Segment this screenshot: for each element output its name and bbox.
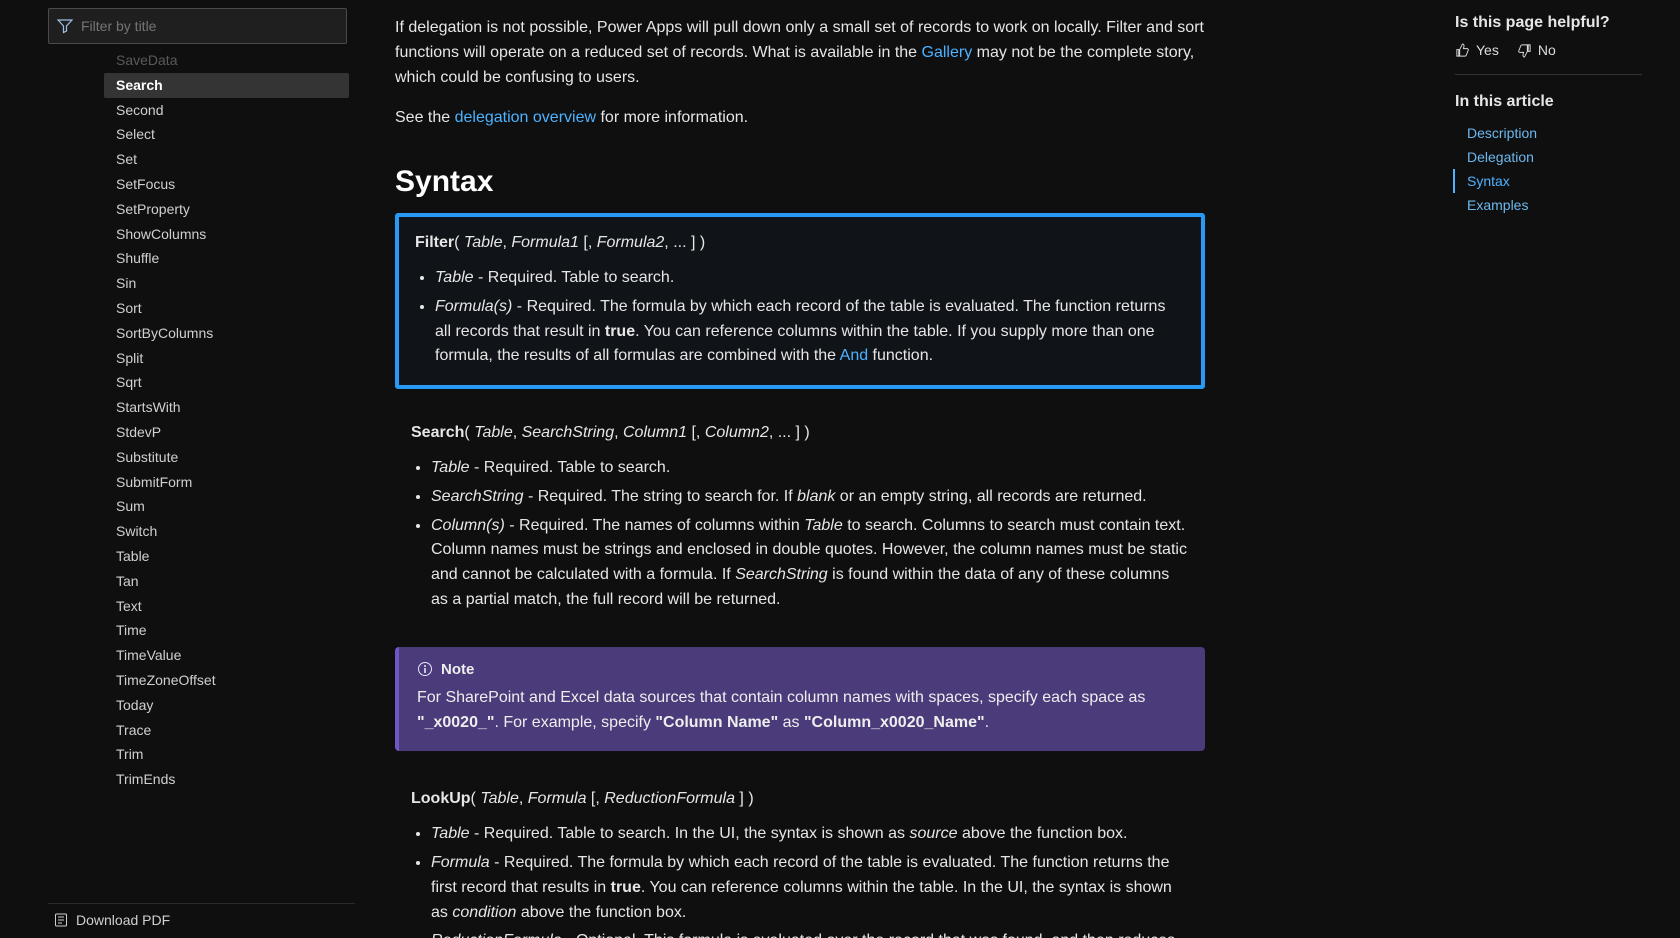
- sidebar-item-switch[interactable]: Switch: [104, 519, 349, 544]
- helpful-yes-button[interactable]: Yes: [1455, 42, 1499, 58]
- note-callout: Note For SharePoint and Excel data sourc…: [395, 647, 1205, 752]
- see-overview-paragraph: See the delegation overview for more inf…: [395, 106, 1205, 131]
- info-icon: [417, 661, 433, 677]
- article: If delegation is not possible, Power App…: [395, 16, 1205, 938]
- toc-list: DescriptionDelegationSyntaxExamples: [1455, 121, 1642, 217]
- gallery-link[interactable]: Gallery: [922, 44, 973, 61]
- sidebar-item-savedata[interactable]: SaveData: [104, 50, 349, 73]
- search-param-columns: Column(s) - Required. The names of colum…: [431, 514, 1189, 613]
- search-signature: Search( Table, SearchString, Column1 [, …: [411, 421, 1189, 446]
- sidebar-item-today[interactable]: Today: [104, 693, 349, 718]
- download-pdf-label: Download PDF: [76, 912, 170, 928]
- toc-item-delegation[interactable]: Delegation: [1455, 145, 1642, 169]
- sidebar-item-table[interactable]: Table: [104, 544, 349, 569]
- filter-signature: Filter( Table, Formula1 [, Formula2, ...…: [415, 231, 1185, 256]
- sidebar-item-sin[interactable]: Sin: [104, 271, 349, 296]
- sidebar-item-timevalue[interactable]: TimeValue: [104, 643, 349, 668]
- sidebar-item-search[interactable]: Search: [104, 73, 349, 98]
- sidebar-item-sort[interactable]: Sort: [104, 296, 349, 321]
- search-syntax-block: Search( Table, SearchString, Column1 [, …: [395, 407, 1205, 629]
- sidebar-item-submitform[interactable]: SubmitForm: [104, 470, 349, 495]
- filter-input[interactable]: [81, 18, 346, 34]
- sidebar-item-select[interactable]: Select: [104, 122, 349, 147]
- thumbs-down-icon: [1517, 43, 1532, 58]
- lookup-params: Table - Required. Table to search. In th…: [431, 822, 1189, 938]
- sidebar-item-stdevp[interactable]: StdevP: [104, 420, 349, 445]
- lookup-signature: LookUp( Table, Formula [, ReductionFormu…: [411, 787, 1189, 812]
- lookup-param-table: Table - Required. Table to search. In th…: [431, 822, 1189, 847]
- filter-param-formulas: Formula(s) - Required. The formula by wh…: [435, 295, 1185, 369]
- thumbs-up-icon: [1455, 43, 1470, 58]
- sidebar-item-second[interactable]: Second: [104, 98, 349, 123]
- sidebar-item-showcolumns[interactable]: ShowColumns: [104, 222, 349, 247]
- delegation-paragraph: If delegation is not possible, Power App…: [395, 16, 1205, 90]
- sidebar-item-substitute[interactable]: Substitute: [104, 445, 349, 470]
- filter-syntax-block: Filter( Table, Formula1 [, Formula2, ...…: [395, 213, 1205, 389]
- sidebar-item-startswith[interactable]: StartsWith: [104, 395, 349, 420]
- note-body: For SharePoint and Excel data sources th…: [417, 686, 1187, 736]
- and-function-link[interactable]: And: [840, 347, 868, 364]
- helpful-no-button[interactable]: No: [1517, 42, 1556, 58]
- lookup-param-reduction: ReductionFormula - Optional. This formul…: [431, 929, 1189, 938]
- nav-list: SaveDataSearchSecondSelectSetSetFocusSet…: [48, 50, 355, 792]
- filter-icon: [57, 18, 73, 34]
- sidebar-item-setfocus[interactable]: SetFocus: [104, 172, 349, 197]
- helpful-question: Is this page helpful?: [1455, 14, 1642, 32]
- download-pdf-button[interactable]: Download PDF: [48, 903, 355, 938]
- search-param-searchstring: SearchString - Required. The string to s…: [431, 485, 1189, 510]
- sidebar-item-split[interactable]: Split: [104, 346, 349, 371]
- sidebar-item-sortbycolumns[interactable]: SortByColumns: [104, 321, 349, 346]
- sidebar-item-text[interactable]: Text: [104, 594, 349, 619]
- main-content: If delegation is not possible, Power App…: [355, 0, 1680, 938]
- delegation-overview-link[interactable]: delegation overview: [455, 109, 596, 126]
- sidebar-item-time[interactable]: Time: [104, 618, 349, 643]
- lookup-param-formula: Formula - Required. The formula by which…: [431, 851, 1189, 925]
- right-sidebar: Is this page helpful? Yes No In this art…: [1455, 0, 1680, 938]
- article-scroll[interactable]: If delegation is not possible, Power App…: [355, 0, 1455, 938]
- sidebar-item-trimends[interactable]: TrimEnds: [104, 767, 349, 792]
- syntax-heading: Syntax: [395, 165, 1205, 199]
- search-params: Table - Required. Table to search. Searc…: [431, 456, 1189, 613]
- lookup-syntax-block: LookUp( Table, Formula [, ReductionFormu…: [395, 773, 1205, 938]
- filter-param-table: Table - Required. Table to search.: [435, 266, 1185, 291]
- toc-item-syntax[interactable]: Syntax: [1453, 169, 1642, 193]
- sidebar-item-tan[interactable]: Tan: [104, 569, 349, 594]
- sidebar-item-shuffle[interactable]: Shuffle: [104, 246, 349, 271]
- toc-item-examples[interactable]: Examples: [1455, 193, 1642, 217]
- download-icon: [54, 913, 68, 927]
- nav-scroll[interactable]: SaveDataSearchSecondSelectSetSetFocusSet…: [48, 50, 355, 903]
- search-param-table: Table - Required. Table to search.: [431, 456, 1189, 481]
- sidebar-item-sum[interactable]: Sum: [104, 494, 349, 519]
- sidebar-item-sqrt[interactable]: Sqrt: [104, 370, 349, 395]
- sidebar-item-timezoneoffset[interactable]: TimeZoneOffset: [104, 668, 349, 693]
- note-label: Note: [441, 661, 474, 678]
- sidebar-item-trim[interactable]: Trim: [104, 742, 349, 767]
- left-sidebar: SaveDataSearchSecondSelectSetSetFocusSet…: [0, 0, 355, 938]
- sidebar-item-setproperty[interactable]: SetProperty: [104, 197, 349, 222]
- filter-params: Table - Required. Table to search. Formu…: [435, 266, 1185, 369]
- filter-input-wrap[interactable]: [48, 8, 347, 44]
- toc-item-description[interactable]: Description: [1455, 121, 1642, 145]
- toc-heading: In this article: [1455, 93, 1642, 111]
- sidebar-item-trace[interactable]: Trace: [104, 718, 349, 743]
- sidebar-item-set[interactable]: Set: [104, 147, 349, 172]
